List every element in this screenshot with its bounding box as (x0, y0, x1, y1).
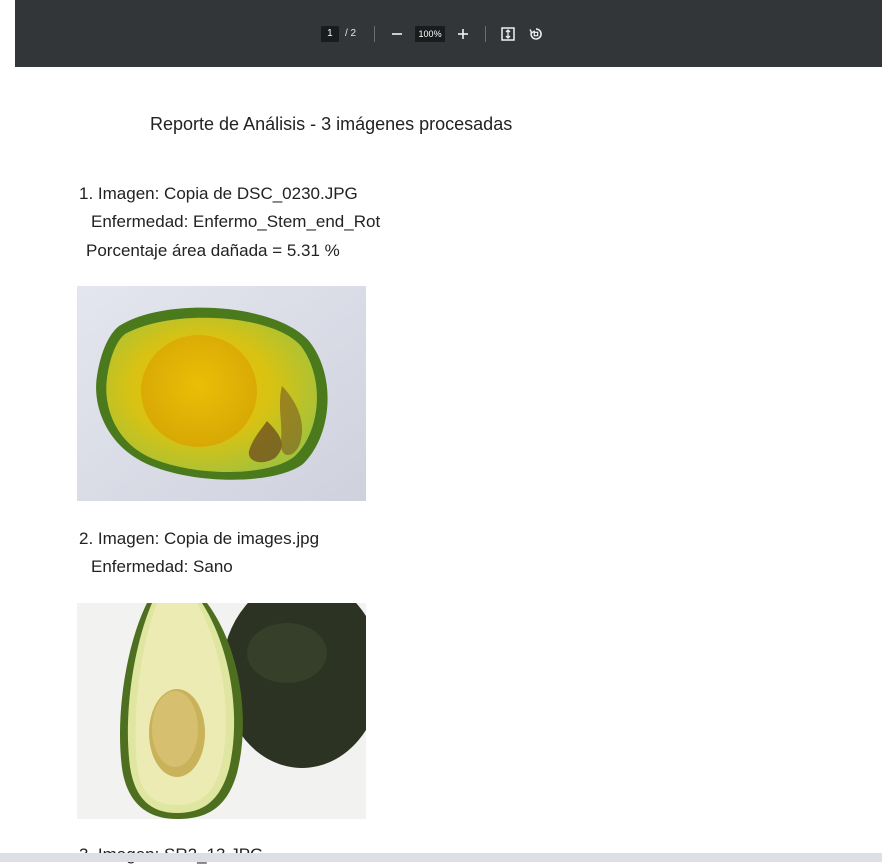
pdf-page: Reporte de Análisis - 3 imágenes procesa… (0, 67, 882, 864)
pdf-toolbar: 1 / 2 100% (15, 0, 882, 67)
toolbar-divider (374, 25, 376, 42)
item-1-damage-percentage: Porcentaje área dañada = 5.31 % (86, 241, 340, 260)
item-1-image-name: 1. Imagen: Copia de DSC_0230.JPG (79, 184, 358, 203)
zoom-in-button[interactable] (453, 24, 473, 44)
rotate-icon (529, 27, 542, 40)
fit-page-button[interactable] (498, 24, 518, 44)
page-number-input[interactable]: 1 (320, 25, 339, 42)
item-2-disease: Enfermedad: Sano (91, 557, 233, 576)
report-title: Reporte de Análisis - 3 imágenes procesa… (150, 114, 513, 134)
plus-icon (458, 28, 469, 39)
bottom-scroll-area (0, 853, 882, 862)
rotate-button[interactable] (526, 24, 546, 44)
toolbar-divider (485, 25, 487, 42)
minus-icon (392, 32, 403, 35)
page-count: / 2 (344, 28, 357, 39)
fit-page-icon (501, 26, 515, 41)
item-1-disease: Enfermedad: Enfermo_Stem_end_Rot (91, 212, 381, 231)
zoom-out-button[interactable] (387, 24, 407, 44)
item-2-image-name: 2. Imagen: Copia de images.jpg (79, 529, 320, 548)
zoom-level-input[interactable]: 100% (415, 25, 446, 42)
avocado-diseased-image (77, 286, 366, 501)
avocado-healthy-image (77, 603, 366, 819)
